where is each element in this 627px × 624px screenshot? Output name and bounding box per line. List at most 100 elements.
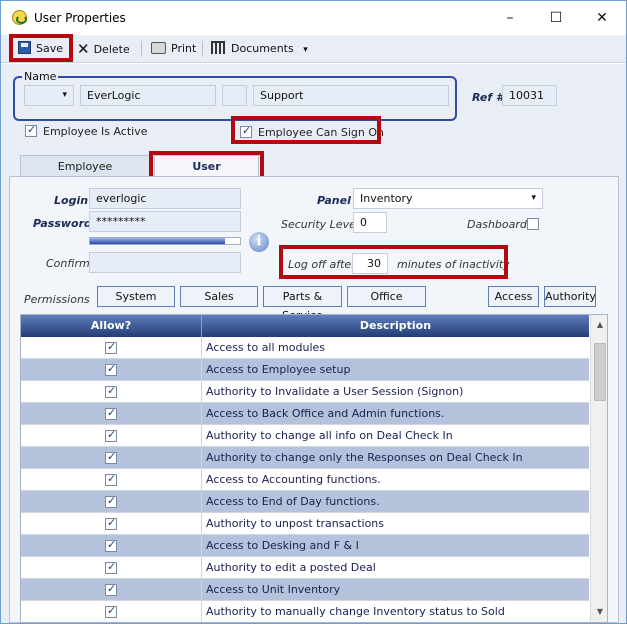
close-button[interactable]: ✕ xyxy=(579,1,625,35)
allow-checkbox[interactable] xyxy=(105,560,117,574)
authority-button[interactable]: Authority xyxy=(544,286,596,307)
permission-description: Access to all modules xyxy=(206,341,325,354)
allow-checkbox[interactable] xyxy=(105,362,117,376)
name-group-label: Name xyxy=(22,70,59,83)
delete-button[interactable]: ✕ Delete xyxy=(77,39,130,59)
allow-checkbox[interactable] xyxy=(105,516,117,530)
employee-sign-on-checkbox[interactable]: Employee Can Sign On xyxy=(240,124,384,139)
tab-user-information[interactable]: User Information xyxy=(154,155,259,195)
scroll-down-arrow-icon[interactable]: ▼ xyxy=(591,604,607,620)
ref-number-input[interactable]: 10031 xyxy=(502,85,557,106)
panel-select[interactable]: Inventory ▾ xyxy=(353,188,543,209)
info-icon[interactable]: i xyxy=(249,232,269,252)
security-level-input[interactable]: 0 xyxy=(353,212,387,233)
tab-employee-information[interactable]: Employee Information xyxy=(20,155,150,195)
permissions-label: Permissions xyxy=(24,293,90,306)
permission-description: Access to Unit Inventory xyxy=(206,583,341,596)
permission-description: Authority to manually change Inventory s… xyxy=(206,605,505,618)
permission-description: Access to Employee setup xyxy=(206,363,351,376)
documents-button[interactable]: Documents ▾ xyxy=(211,39,308,59)
panel-label: Panel xyxy=(317,194,351,207)
allow-checkbox[interactable] xyxy=(105,538,117,552)
password-strength-fill xyxy=(90,238,225,244)
logoff-label: Log off after xyxy=(288,258,356,271)
title-bar: User Properties – ☐ ✕ xyxy=(1,1,626,35)
table-row[interactable]: Access to End of Day functions. xyxy=(21,491,589,513)
scroll-thumb[interactable] xyxy=(594,343,606,401)
allow-checkbox[interactable] xyxy=(105,450,117,464)
maximize-button[interactable]: ☐ xyxy=(533,1,579,35)
documents-icon xyxy=(211,41,225,54)
login-input[interactable]: everlogic xyxy=(89,188,241,209)
employee-active-label: Employee Is Active xyxy=(43,125,148,138)
column-separator xyxy=(201,425,202,447)
column-header-description[interactable]: Description xyxy=(202,315,589,337)
app-logo-icon xyxy=(12,10,27,25)
column-separator xyxy=(201,579,202,601)
allow-checkbox[interactable] xyxy=(105,384,117,398)
checkbox-checked-icon xyxy=(25,123,37,137)
dashboard-checkbox[interactable] xyxy=(527,218,539,230)
toolbar-separator xyxy=(141,41,142,57)
table-row[interactable]: Access to Back Office and Admin function… xyxy=(21,403,589,425)
logoff-minutes-input[interactable]: 30 xyxy=(352,253,388,274)
documents-label: Documents xyxy=(231,42,294,55)
chevron-down-icon: ▾ xyxy=(531,193,536,203)
ref-label: Ref # xyxy=(472,91,504,104)
access-button[interactable]: Access xyxy=(488,286,539,307)
allow-checkbox[interactable] xyxy=(105,494,117,508)
table-row[interactable]: Access to Desking and F & I xyxy=(21,535,589,557)
name-prefix-select[interactable]: ▾ xyxy=(24,85,74,106)
column-separator xyxy=(201,381,202,403)
column-separator xyxy=(201,513,202,535)
print-button[interactable]: Print xyxy=(151,39,196,59)
permission-description: Authority to Invalidate a User Session (… xyxy=(206,385,464,398)
allow-checkbox[interactable] xyxy=(105,406,117,420)
allow-checkbox[interactable] xyxy=(105,340,117,354)
permission-parts-service-button[interactable]: Parts & Service xyxy=(263,286,342,322)
last-name-input[interactable]: Support xyxy=(253,85,449,106)
allow-checkbox[interactable] xyxy=(105,428,117,442)
table-row[interactable]: Authority to change all info on Deal Che… xyxy=(21,425,589,447)
column-separator xyxy=(201,491,202,513)
table-row[interactable]: Authority to Invalidate a User Session (… xyxy=(21,381,589,403)
table-row[interactable]: Access to Accounting functions. xyxy=(21,469,589,491)
middle-name-input[interactable] xyxy=(222,85,247,106)
content-area: Name ▾ EverLogic Support Ref # 10031 Emp… xyxy=(1,64,626,623)
table-row[interactable]: Authority to change only the Responses o… xyxy=(21,447,589,469)
permission-office-button[interactable]: Office xyxy=(347,286,426,307)
first-name-input[interactable]: EverLogic xyxy=(80,85,216,106)
allow-checkbox[interactable] xyxy=(105,604,117,618)
delete-label: Delete xyxy=(93,43,130,56)
employee-sign-on-label: Employee Can Sign On xyxy=(258,126,384,139)
permission-description: Authority to change all info on Deal Che… xyxy=(206,429,453,442)
permissions-grid: Allow? Description Access to all modules… xyxy=(20,314,608,623)
column-header-allow[interactable]: Allow? xyxy=(21,315,201,337)
allow-checkbox[interactable] xyxy=(105,472,117,486)
table-row[interactable]: Access to Employee setup xyxy=(21,359,589,381)
employee-active-checkbox[interactable]: Employee Is Active xyxy=(25,123,148,138)
grid-scrollbar[interactable]: ▲ ▼ xyxy=(590,315,607,622)
scroll-up-arrow-icon[interactable]: ▲ xyxy=(591,317,607,333)
floppy-disk-icon xyxy=(18,41,31,54)
table-row[interactable]: Authority to unpost transactions xyxy=(21,513,589,535)
permission-description: Authority to edit a posted Deal xyxy=(206,561,376,574)
table-row[interactable]: Access to all modules xyxy=(21,337,589,359)
column-separator xyxy=(201,359,202,381)
table-row[interactable]: Authority to edit a posted Deal xyxy=(21,557,589,579)
allow-checkbox[interactable] xyxy=(105,582,117,596)
column-separator xyxy=(201,403,202,425)
table-row[interactable]: Authority to manually change Inventory s… xyxy=(21,601,589,622)
chevron-down-icon: ▾ xyxy=(303,45,308,55)
password-label: Password xyxy=(33,217,92,230)
save-button[interactable]: Save xyxy=(18,39,63,59)
permission-system-button[interactable]: System xyxy=(97,286,175,307)
permission-description: Access to Desking and F & I xyxy=(206,539,359,552)
print-label: Print xyxy=(171,42,197,55)
checkbox-checked-icon xyxy=(240,124,252,138)
confirm-password-input[interactable] xyxy=(89,252,241,273)
table-row[interactable]: Access to Unit Inventory xyxy=(21,579,589,601)
password-input[interactable]: ********* xyxy=(89,211,241,232)
minimize-button[interactable]: – xyxy=(487,1,533,35)
permission-sales-button[interactable]: Sales xyxy=(180,286,258,307)
